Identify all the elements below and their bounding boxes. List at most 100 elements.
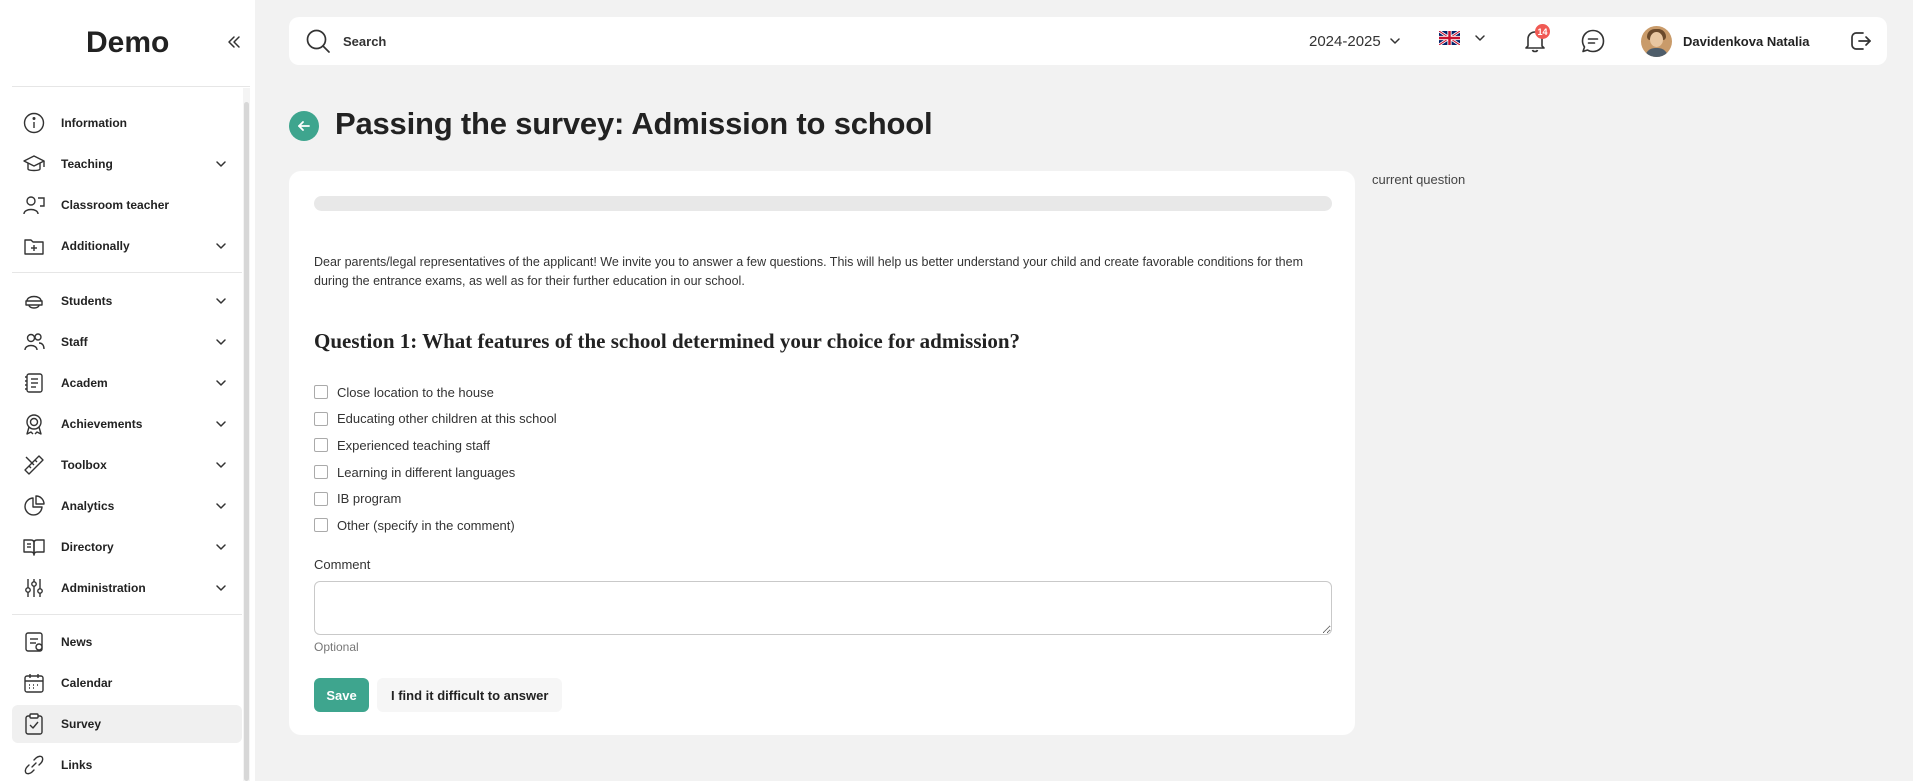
chevron-down-icon <box>216 421 226 427</box>
answer-option-label: Educating other children at this school <box>337 411 557 427</box>
language-select[interactable] <box>1439 31 1486 45</box>
uk-flag-icon <box>1439 31 1460 45</box>
sidebar-scrollbar-thumb[interactable] <box>244 102 249 781</box>
arrow-left-icon <box>298 121 310 131</box>
sidebar-item-links[interactable]: Links <box>12 746 242 781</box>
info-circle-icon <box>22 111 46 135</box>
checkbox[interactable] <box>314 438 328 453</box>
calendar-icon <box>22 671 46 695</box>
chevron-down-icon <box>216 380 226 386</box>
answer-option-label: IB program <box>337 491 402 507</box>
chat-icon[interactable] <box>1580 28 1606 54</box>
sidebar-item-label: Administration <box>61 581 146 595</box>
award-icon <box>22 412 46 436</box>
sidebar-item-label: Students <box>61 294 113 308</box>
back-button[interactable] <box>289 111 319 141</box>
search-input[interactable] <box>343 28 943 54</box>
folder-plus-icon <box>22 234 46 258</box>
save-button[interactable]: Save <box>314 678 369 712</box>
book-list-icon <box>22 371 46 395</box>
notifications-badge: 14 <box>1535 24 1550 39</box>
clipboard-check-icon <box>22 712 46 736</box>
graduation-cap-icon <box>22 152 46 176</box>
sidebar-item-teaching[interactable]: Teaching <box>12 145 242 183</box>
comment-hint: Optional <box>314 640 359 654</box>
sidebar-item-label: Achievements <box>61 417 143 431</box>
current-question-label: current question <box>1372 172 1466 187</box>
student-cap-icon <box>22 289 46 313</box>
academic-year-select[interactable]: 2024-2025 <box>1309 29 1401 53</box>
difficult-to-answer-button[interactable]: I find it difficult to answer <box>377 678 563 712</box>
sidebar-item-classroom-teacher[interactable]: Classroom teacher <box>12 186 242 224</box>
double-chevron-left-icon <box>228 36 240 48</box>
collapse-sidebar-button[interactable] <box>226 32 242 52</box>
divider <box>12 272 242 273</box>
sidebar-item-staff[interactable]: Staff <box>12 323 242 361</box>
checkbox[interactable] <box>314 491 328 506</box>
sidebar-item-information[interactable]: Information <box>12 104 242 142</box>
comment-field[interactable] <box>314 581 1332 635</box>
sidebar-item-label: Academ <box>61 376 108 390</box>
sidebar-item-label: Directory <box>61 540 114 554</box>
divider <box>12 86 250 87</box>
sidebar-item-directory[interactable]: Directory <box>12 528 242 566</box>
logout-icon[interactable] <box>1849 29 1873 53</box>
question-title: Question 1: What features of the school … <box>314 329 1021 353</box>
sidebar-item-label: Staff <box>61 335 88 349</box>
answer-option-label: Close location to the house <box>337 384 494 400</box>
answer-option[interactable]: Learning in different languages <box>314 459 557 486</box>
academic-year-value: 2024-2025 <box>1309 32 1381 50</box>
chevron-down-icon <box>1389 38 1400 44</box>
checkbox[interactable] <box>314 518 328 533</box>
checkbox[interactable] <box>314 385 328 400</box>
news-icon <box>22 630 46 654</box>
checkbox[interactable] <box>314 465 328 480</box>
sidebar-item-additionally[interactable]: Additionally <box>12 227 242 265</box>
answer-option-label: Experienced teaching staff <box>337 437 490 453</box>
sidebar-item-news[interactable]: News <box>12 623 242 661</box>
answer-options: Close location to the house Educating ot… <box>314 379 557 539</box>
sidebar-item-academ[interactable]: Academ <box>12 364 242 402</box>
sidebar-item-label: Classroom teacher <box>61 198 170 212</box>
user-chalkboard-icon <box>22 193 46 217</box>
user-menu[interactable]: Davidenkova Natalia <box>1641 25 1809 57</box>
survey-progress-bar <box>314 196 1332 211</box>
answer-option[interactable]: Educating other children at this school <box>314 406 557 433</box>
sidebar-item-calendar[interactable]: Calendar <box>12 664 242 702</box>
sidebar-item-label: Survey <box>61 717 102 731</box>
sidebar-item-administration[interactable]: Administration <box>12 569 242 607</box>
answer-option[interactable]: Other (specify in the comment) <box>314 512 557 539</box>
brand: Demo <box>0 0 255 86</box>
answer-option[interactable]: IB program <box>314 485 557 512</box>
sidebar-item-survey[interactable]: Survey <box>12 705 242 743</box>
comment-label: Comment <box>314 557 371 572</box>
avatar <box>1641 25 1672 57</box>
chevron-down-icon <box>216 339 226 345</box>
sidebar-item-label: Toolbox <box>61 458 107 472</box>
answer-option-label: Other (specify in the comment) <box>337 517 515 533</box>
sidebar-item-students[interactable]: Students <box>12 282 242 320</box>
chevron-down-icon <box>216 298 226 304</box>
answer-option-label: Learning in different languages <box>337 464 516 480</box>
users-icon <box>22 330 46 354</box>
chevron-down-icon <box>216 585 226 591</box>
chevron-down-icon <box>216 243 226 249</box>
answer-option[interactable]: Experienced teaching staff <box>314 432 557 459</box>
chevron-down-icon <box>1475 35 1485 41</box>
search-icon <box>306 29 330 53</box>
divider <box>12 614 242 615</box>
sidebar-item-achievements[interactable]: Achievements <box>12 405 242 443</box>
checkbox[interactable] <box>314 411 328 426</box>
sidebar-item-label: News <box>61 635 93 649</box>
sidebar: Demo Information Teaching Classroom teac… <box>0 0 255 781</box>
sidebar-item-label: Analytics <box>61 499 115 513</box>
sidebar-item-label: Links <box>61 758 93 772</box>
pie-chart-icon <box>22 494 46 518</box>
sidebar-item-toolbox[interactable]: Toolbox <box>12 446 242 484</box>
open-book-icon <box>22 535 46 559</box>
answer-option[interactable]: Close location to the house <box>314 379 557 406</box>
user-name: Davidenkova Natalia <box>1683 33 1810 49</box>
sidebar-item-analytics[interactable]: Analytics <box>12 487 242 525</box>
survey-card: Dear parents/legal representatives of th… <box>289 171 1355 735</box>
sidebar-item-label: Calendar <box>61 676 113 690</box>
